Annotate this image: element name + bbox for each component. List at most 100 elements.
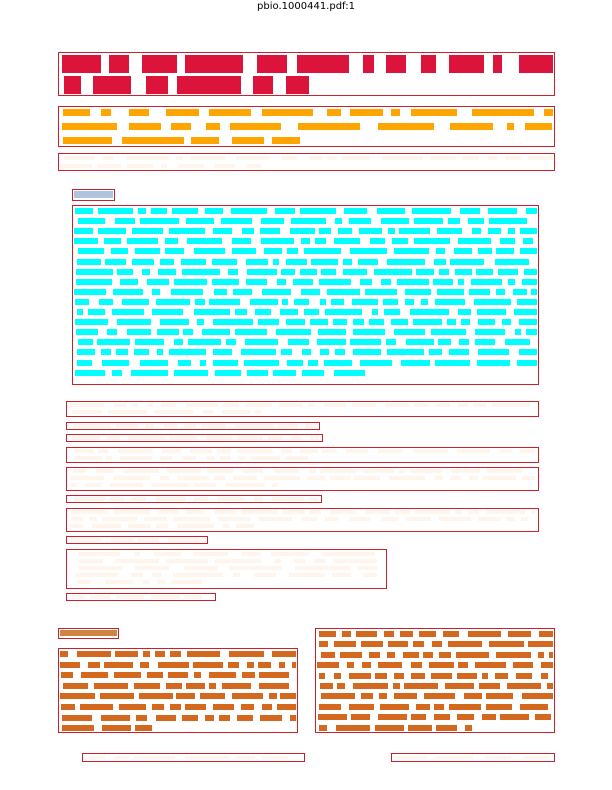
redacted-word [293, 299, 310, 305]
redacted-word [467, 631, 502, 637]
redacted-word [458, 662, 468, 668]
redacted-word [350, 248, 388, 254]
redacted-word [327, 289, 360, 295]
redacted-word [238, 456, 245, 460]
redacted-word [414, 403, 429, 407]
redacted-word [324, 360, 352, 366]
redacted-word [164, 238, 179, 244]
redacted-word [185, 704, 206, 710]
redacted-word [505, 339, 530, 345]
redacted-word [88, 309, 105, 315]
redacted-word [416, 269, 435, 275]
redacted-word [308, 156, 322, 160]
redacted-word [518, 319, 537, 325]
redacted-word [348, 218, 371, 224]
redacted-word [73, 449, 94, 453]
redacted-word [201, 329, 230, 335]
redacted-word [475, 662, 506, 668]
redacted-word [60, 693, 96, 699]
redacted-word [488, 218, 527, 224]
redacted-word [112, 309, 144, 315]
redacted-word [433, 704, 445, 710]
redacted-word [203, 410, 213, 414]
redacted-word [243, 469, 264, 473]
redacted-word [386, 652, 396, 658]
redacted-word [194, 552, 228, 556]
redacted-word [71, 476, 105, 480]
redacted-word [517, 299, 537, 305]
redacted-word [98, 228, 127, 234]
redacted-word [383, 309, 401, 315]
redacted-word [76, 259, 101, 265]
redacted-word [244, 360, 280, 366]
redacted-word [390, 109, 400, 116]
redacted-word [352, 403, 377, 407]
redacted-word [213, 228, 233, 234]
redacted-word [405, 289, 431, 295]
redacted-word [460, 208, 481, 214]
redacted-word [268, 693, 277, 699]
redacted-word [168, 228, 206, 234]
redacted-word [399, 228, 431, 234]
redacted-word [457, 449, 491, 453]
redacted-word [186, 403, 218, 407]
redacted-word [74, 228, 94, 234]
redacted-word [98, 449, 108, 453]
redacted-word [156, 580, 165, 584]
redacted-word [134, 349, 150, 355]
redacted-word [242, 552, 261, 556]
redacted-word [315, 238, 326, 244]
redacted-word [279, 403, 302, 407]
redacted-word [208, 683, 216, 689]
redacted-word [102, 360, 130, 366]
redacted-word [118, 704, 146, 710]
redacted-word [351, 299, 379, 305]
redacted-word [506, 123, 515, 130]
redacted-word [166, 469, 202, 473]
redacted-word [387, 349, 425, 355]
redacted-word [154, 410, 194, 414]
redacted-word [352, 319, 364, 325]
redacted-word [62, 137, 112, 144]
redacted-word [317, 662, 339, 668]
redacted-word [494, 259, 530, 265]
redacted-word [393, 673, 404, 679]
redacted-word [75, 370, 105, 376]
redacted-word [212, 360, 238, 366]
redacted-word [168, 672, 189, 678]
redacted-word [324, 309, 362, 315]
redacted-word [247, 370, 269, 376]
redacted-word [524, 123, 552, 130]
redacted-word [280, 269, 295, 275]
redacted-word [70, 483, 77, 487]
redacted-word [110, 538, 133, 542]
redacted-word [229, 123, 281, 130]
redacted-word [240, 349, 276, 355]
redacted-word [61, 725, 95, 731]
redacted-word [521, 476, 535, 480]
redacted-word [235, 156, 270, 160]
redacted-word [71, 595, 85, 599]
redacted-word [146, 403, 154, 407]
redacted-word [413, 238, 451, 244]
redacted-word [435, 725, 458, 731]
redacted-word [165, 248, 185, 254]
redacted-word [434, 476, 443, 480]
redacted-word [320, 652, 335, 658]
redacted-word [307, 476, 326, 480]
redacted-word [283, 510, 306, 514]
redacted-word [342, 259, 352, 265]
redacted-word [139, 218, 179, 224]
redacted-word [399, 631, 414, 637]
redacted-word [88, 756, 106, 759]
redacted-word [285, 259, 308, 265]
redacted-word [75, 299, 90, 305]
redacted-word [309, 319, 328, 325]
redacted-word [515, 329, 522, 335]
redacted-word [253, 497, 264, 501]
redacted-word [95, 469, 115, 473]
redacted-word [482, 476, 517, 480]
redacted-word [521, 693, 553, 699]
redacted-word [193, 483, 216, 487]
redacted-word [208, 672, 236, 678]
